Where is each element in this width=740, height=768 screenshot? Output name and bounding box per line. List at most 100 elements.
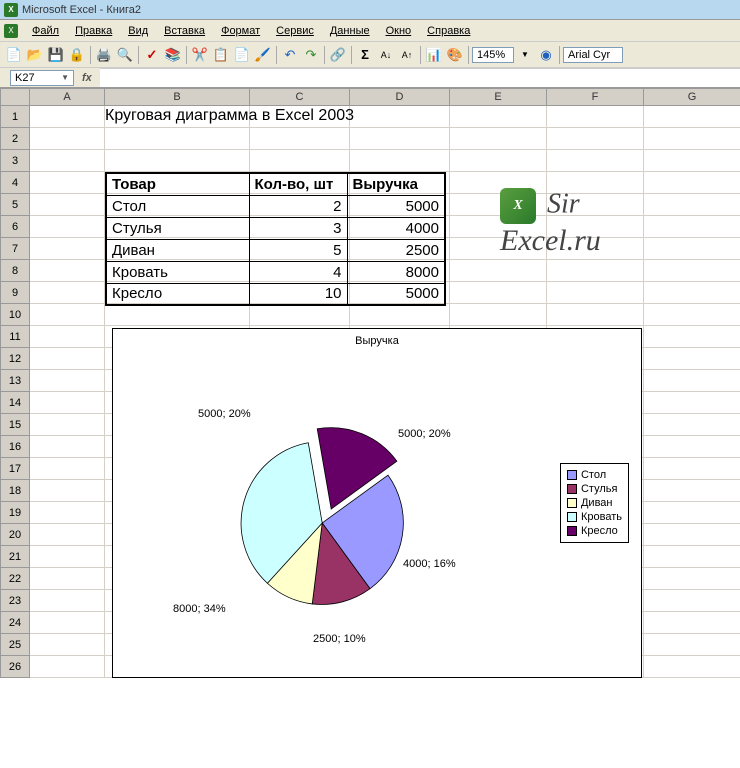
row-header-5[interactable]: 5 (0, 194, 30, 216)
drawing-icon[interactable]: 🎨 (445, 45, 465, 65)
row-header-10[interactable]: 10 (0, 304, 30, 326)
cell[interactable] (644, 282, 740, 304)
zoom-dropdown-icon[interactable]: ▼ (515, 45, 535, 65)
col-header-G[interactable]: G (644, 88, 740, 106)
cell[interactable] (644, 656, 740, 678)
cell[interactable] (644, 238, 740, 260)
cell[interactable] (30, 436, 105, 458)
redo-icon[interactable]: ↷ (301, 45, 321, 65)
menu-insert[interactable]: Вставка (156, 23, 213, 39)
cell[interactable] (105, 150, 250, 172)
menu-data[interactable]: Данные (322, 23, 378, 39)
cell[interactable] (30, 656, 105, 678)
row-header-23[interactable]: 23 (0, 590, 30, 612)
autosum-icon[interactable]: Σ (355, 45, 375, 65)
row-header-4[interactable]: 4 (0, 172, 30, 194)
cell[interactable] (547, 282, 644, 304)
cell[interactable] (450, 304, 547, 326)
cell[interactable] (644, 370, 740, 392)
cell[interactable] (644, 172, 740, 194)
table-header[interactable]: Выручка (347, 173, 445, 195)
row-header-17[interactable]: 17 (0, 458, 30, 480)
font-select[interactable]: Arial Cyr (563, 47, 623, 63)
sort-desc-icon[interactable]: A↑ (397, 45, 417, 65)
table-header[interactable]: Кол-во, шт (249, 173, 347, 195)
cell[interactable] (250, 128, 350, 150)
cell[interactable] (30, 150, 105, 172)
cell[interactable] (30, 524, 105, 546)
cell[interactable] (105, 128, 250, 150)
sort-asc-icon[interactable]: A↓ (376, 45, 396, 65)
row-header-13[interactable]: 13 (0, 370, 30, 392)
preview-icon[interactable]: 🔍 (115, 45, 135, 65)
cell[interactable] (350, 304, 450, 326)
row-header-14[interactable]: 14 (0, 392, 30, 414)
cell[interactable] (644, 392, 740, 414)
row-header-20[interactable]: 20 (0, 524, 30, 546)
row-header-12[interactable]: 12 (0, 348, 30, 370)
cell[interactable] (644, 348, 740, 370)
cut-icon[interactable]: ✂️ (190, 45, 210, 65)
cell[interactable] (547, 128, 644, 150)
cell[interactable] (450, 128, 547, 150)
cell[interactable] (644, 436, 740, 458)
row-header-11[interactable]: 11 (0, 326, 30, 348)
cell[interactable] (30, 634, 105, 656)
col-header-D[interactable]: D (350, 88, 450, 106)
cell[interactable] (644, 414, 740, 436)
research-icon[interactable]: 📚 (163, 45, 183, 65)
menu-help[interactable]: Справка (419, 23, 478, 39)
paste-icon[interactable]: 📄 (232, 45, 252, 65)
cell[interactable] (30, 502, 105, 524)
cell[interactable] (350, 150, 450, 172)
menu-format[interactable]: Формат (213, 23, 268, 39)
menu-window[interactable]: Окно (378, 23, 420, 39)
open-icon[interactable]: 📂 (25, 45, 45, 65)
row-header-15[interactable]: 15 (0, 414, 30, 436)
copy-icon[interactable]: 📋 (211, 45, 231, 65)
row-header-3[interactable]: 3 (0, 150, 30, 172)
help-icon[interactable]: ◉ (536, 45, 556, 65)
cell[interactable] (644, 480, 740, 502)
cell[interactable] (30, 568, 105, 590)
cell[interactable] (30, 194, 105, 216)
cell[interactable] (450, 260, 547, 282)
cell[interactable] (30, 480, 105, 502)
chart-plot-area[interactable]: 5000; 20% 4000; 16% 2500; 10% 8000; 34% … (113, 353, 641, 673)
cell[interactable] (250, 304, 350, 326)
row-header-9[interactable]: 9 (0, 282, 30, 304)
cell[interactable] (450, 282, 547, 304)
cell[interactable] (644, 128, 740, 150)
spell-icon[interactable]: ✓ (142, 45, 162, 65)
cell[interactable] (30, 260, 105, 282)
cell[interactable] (644, 568, 740, 590)
spreadsheet-grid[interactable]: ABCDEFG 12345678910111213141516171819202… (0, 88, 740, 768)
formula-input[interactable] (100, 68, 740, 87)
cell[interactable] (30, 370, 105, 392)
col-header-B[interactable]: B (105, 88, 250, 106)
name-box-dropdown-icon[interactable]: ▼ (61, 73, 69, 82)
cell[interactable] (644, 524, 740, 546)
cell[interactable] (30, 458, 105, 480)
cell[interactable] (644, 150, 740, 172)
cell[interactable] (30, 414, 105, 436)
row-header-1[interactable]: 1 (0, 106, 30, 128)
row-header-7[interactable]: 7 (0, 238, 30, 260)
cell[interactable] (450, 150, 547, 172)
menu-view[interactable]: Вид (120, 23, 156, 39)
row-header-21[interactable]: 21 (0, 546, 30, 568)
cell[interactable] (30, 216, 105, 238)
cell[interactable] (30, 172, 105, 194)
cell[interactable] (644, 458, 740, 480)
cell[interactable] (644, 216, 740, 238)
fx-icon[interactable]: fx (82, 72, 92, 84)
col-header-F[interactable]: F (547, 88, 644, 106)
cell[interactable] (644, 634, 740, 656)
cell[interactable] (450, 106, 547, 128)
cell[interactable] (30, 392, 105, 414)
menu-edit[interactable]: Правка (67, 23, 120, 39)
cell[interactable] (644, 106, 740, 128)
menu-tools[interactable]: Сервис (268, 23, 322, 39)
row-header-6[interactable]: 6 (0, 216, 30, 238)
format-painter-icon[interactable]: 🖌️ (253, 45, 273, 65)
